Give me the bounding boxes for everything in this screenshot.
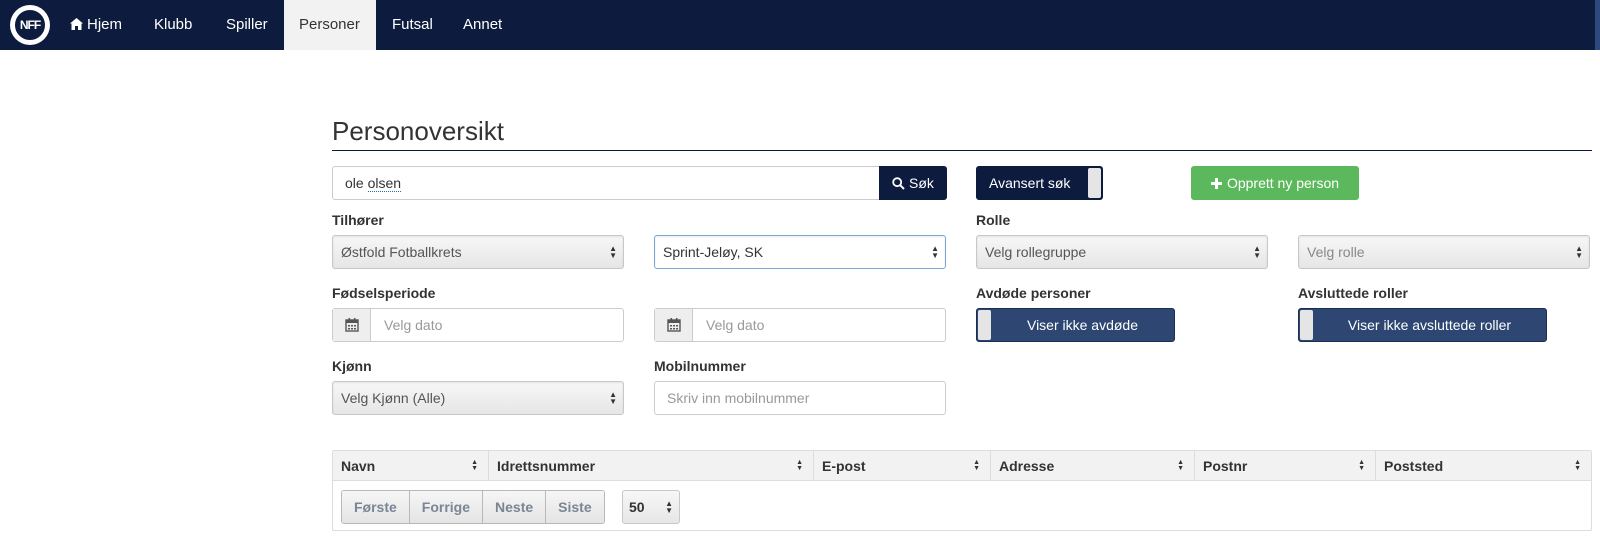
column-header-poststed[interactable]: Poststed ▲ ▼ bbox=[1376, 451, 1591, 481]
gender-value: Velg Kjønn (Alle) bbox=[341, 390, 446, 406]
role-placeholder: Velg rolle bbox=[1307, 244, 1365, 260]
nav-item-label: Personer bbox=[299, 16, 360, 33]
deceased-label: Avdøde personer bbox=[976, 285, 1091, 301]
sort-icon: ▲ ▼ bbox=[1358, 459, 1365, 472]
date-to-input[interactable]: Velg dato bbox=[654, 308, 946, 342]
toggle-knob bbox=[978, 310, 991, 340]
deceased-toggle[interactable]: Viser ikke avdøde bbox=[976, 308, 1175, 342]
plus-icon bbox=[1210, 177, 1222, 189]
sort-icon: ▲ ▼ bbox=[471, 459, 478, 472]
sort-icon: ▲ ▼ bbox=[1177, 459, 1184, 472]
nav-item-hjem[interactable]: Hjem bbox=[55, 0, 137, 50]
next-page-button[interactable]: Neste bbox=[483, 491, 547, 523]
search-button[interactable]: Søk bbox=[879, 166, 947, 200]
select-arrows-icon: ▲ ▼ bbox=[665, 499, 673, 515]
calendar-icon bbox=[655, 309, 693, 341]
column-header-label: Poststed bbox=[1384, 458, 1444, 474]
search-button-label: Søk bbox=[909, 175, 934, 191]
rolegroup-select[interactable]: Velg rollegruppe ▲ ▼ bbox=[976, 235, 1268, 269]
search-input[interactable]: ole olsen bbox=[332, 166, 880, 200]
mobile-placeholder: Skriv inn mobilnummer bbox=[667, 390, 810, 406]
nav-item-futsal[interactable]: Futsal bbox=[377, 0, 448, 50]
page-title: Personoversikt bbox=[332, 116, 504, 146]
page-size-value: 50 bbox=[629, 499, 645, 515]
previous-page-button[interactable]: Forrige bbox=[409, 491, 484, 523]
nav-item-label: Klubb bbox=[154, 16, 193, 33]
nav-item-label: Hjem bbox=[87, 16, 123, 33]
select-arrows-icon: ▲ ▼ bbox=[609, 244, 617, 260]
role-label: Rolle bbox=[976, 212, 1011, 228]
sort-icon: ▲ ▼ bbox=[973, 459, 980, 472]
search-value-underlined: olsen bbox=[367, 175, 402, 192]
nav-item-klubb[interactable]: Klubb bbox=[139, 0, 207, 50]
toggle-knob bbox=[1088, 168, 1101, 198]
nav-item-personer[interactable]: Personer bbox=[284, 0, 376, 50]
column-header-label: Adresse bbox=[999, 458, 1055, 474]
mobile-label: Mobilnummer bbox=[654, 358, 746, 374]
nav-item-label: Annet bbox=[463, 16, 503, 33]
column-header-navn[interactable]: Navn ▲ ▼ bbox=[333, 451, 489, 481]
district-value: Østfold Fotballkrets bbox=[341, 244, 462, 260]
top-navbar: NFF Hjem Klubb Spiller Personer Futsal A… bbox=[0, 0, 1600, 50]
advanced-search-toggle[interactable]: Avansert søk bbox=[976, 166, 1103, 200]
first-page-button[interactable]: Første bbox=[342, 491, 410, 523]
ended-roles-toggle-label: Viser ikke avsluttede roller bbox=[1347, 317, 1512, 333]
create-person-label: Opprett ny person bbox=[1226, 175, 1340, 191]
deceased-toggle-label: Viser ikke avdøde bbox=[1026, 317, 1138, 333]
logo-text: NFF bbox=[13, 8, 47, 42]
last-page-button[interactable]: Siste bbox=[546, 491, 604, 523]
nff-logo[interactable]: NFF bbox=[10, 5, 50, 45]
gender-label: Kjønn bbox=[332, 358, 372, 374]
ended-roles-label: Avsluttede roller bbox=[1298, 285, 1408, 301]
column-header-label: Navn bbox=[341, 458, 376, 474]
nav-item-spiller[interactable]: Spiller bbox=[211, 0, 283, 50]
search-icon bbox=[892, 176, 905, 190]
nav-item-label: Futsal bbox=[392, 16, 433, 33]
club-select[interactable]: Sprint-Jeløy, SK ▲ ▼ bbox=[654, 235, 946, 269]
rolegroup-placeholder: Velg rollegruppe bbox=[985, 244, 1087, 260]
home-icon bbox=[70, 18, 83, 30]
search-value-prefix: ole bbox=[345, 175, 368, 191]
select-arrows-icon: ▲ ▼ bbox=[1575, 244, 1583, 260]
district-select[interactable]: Østfold Fotballkrets ▲ ▼ bbox=[332, 235, 624, 269]
toggle-knob bbox=[1300, 310, 1313, 340]
birth-period-label: Fødselsperiode bbox=[332, 285, 436, 301]
column-header-label: E-post bbox=[822, 458, 866, 474]
column-header-label: Idrettsnummer bbox=[497, 458, 596, 474]
date-from-input[interactable]: Velg dato bbox=[332, 308, 624, 342]
column-header-epost[interactable]: E-post ▲ ▼ bbox=[814, 451, 991, 481]
title-divider bbox=[332, 150, 1592, 151]
select-arrows-icon: ▲ ▼ bbox=[931, 244, 939, 260]
create-person-button[interactable]: Opprett ny person bbox=[1191, 166, 1359, 200]
sort-icon: ▲ ▼ bbox=[796, 459, 803, 472]
mobile-input[interactable]: Skriv inn mobilnummer bbox=[654, 381, 946, 415]
date-from-placeholder: Velg dato bbox=[384, 317, 443, 333]
column-header-postnr[interactable]: Postnr ▲ ▼ bbox=[1195, 451, 1376, 481]
role-select[interactable]: Velg rolle ▲ ▼ bbox=[1298, 235, 1590, 269]
select-arrows-icon: ▲ ▼ bbox=[1253, 244, 1261, 260]
ended-roles-toggle[interactable]: Viser ikke avsluttede roller bbox=[1298, 308, 1547, 342]
advanced-search-label: Avansert søk bbox=[989, 175, 1071, 191]
person-table: Navn ▲ ▼ Idrettsnummer ▲ ▼ E-post ▲ ▼ Adresse ▲… bbox=[332, 450, 1592, 531]
column-header-adresse[interactable]: Adresse ▲ ▼ bbox=[991, 451, 1195, 481]
column-header-label: Postnr bbox=[1203, 458, 1248, 474]
belongs-label: Tilhører bbox=[332, 212, 384, 228]
column-header-idrettsnummer[interactable]: Idrettsnummer ▲ ▼ bbox=[489, 451, 814, 481]
gender-select[interactable]: Velg Kjønn (Alle) ▲ ▼ bbox=[332, 381, 624, 415]
pagination: Første Forrige Neste Siste bbox=[341, 490, 605, 524]
table-header: Navn ▲ ▼ Idrettsnummer ▲ ▼ E-post ▲ ▼ Adresse ▲… bbox=[333, 451, 1591, 481]
date-to-placeholder: Velg dato bbox=[706, 317, 765, 333]
page-size-select[interactable]: 50 ▲ ▼ bbox=[622, 490, 680, 524]
nav-item-annet[interactable]: Annet bbox=[448, 0, 517, 50]
club-value: Sprint-Jeløy, SK bbox=[663, 244, 764, 260]
nav-item-label: Spiller bbox=[226, 16, 268, 33]
select-arrows-icon: ▲ ▼ bbox=[609, 390, 617, 406]
sort-icon: ▲ ▼ bbox=[1574, 459, 1581, 472]
calendar-icon bbox=[333, 309, 371, 341]
